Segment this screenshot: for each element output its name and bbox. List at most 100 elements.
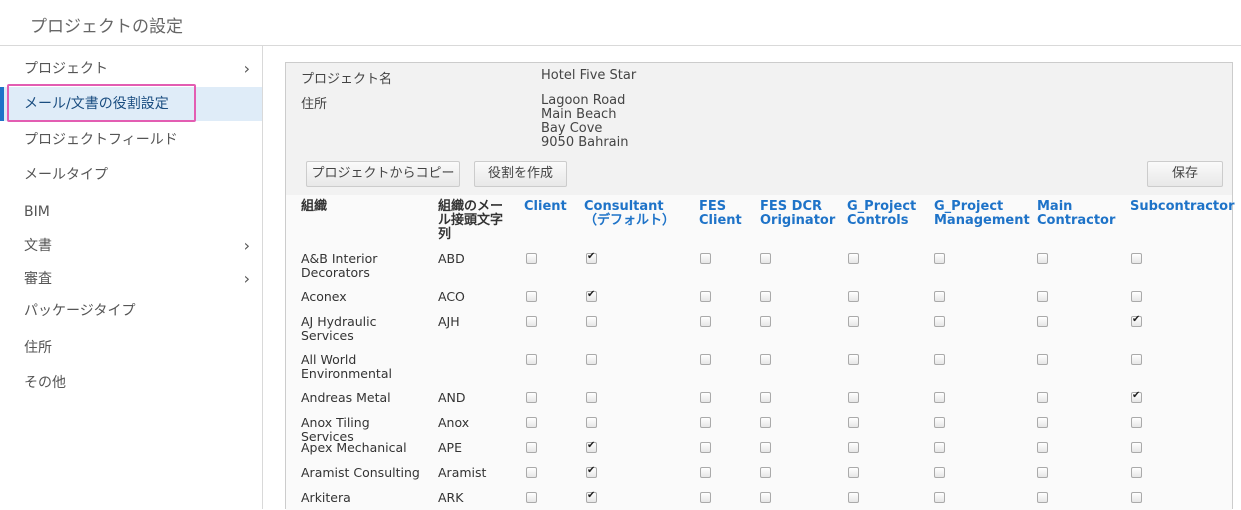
prefix-cell: Anox — [438, 415, 470, 430]
role-checkbox[interactable] — [700, 417, 711, 428]
role-checkbox[interactable] — [760, 316, 771, 327]
role-checkbox[interactable] — [1037, 291, 1048, 302]
role-checkbox[interactable] — [934, 467, 945, 478]
role-checkbox[interactable] — [1131, 314, 1142, 327]
role-column-header[interactable]: Consultant（デフォルト） — [584, 200, 684, 228]
role-checkbox[interactable] — [526, 316, 537, 327]
role-checkbox[interactable] — [1131, 253, 1142, 264]
role-checkbox[interactable] — [848, 492, 859, 503]
project-name-value: Hotel Five Star — [541, 68, 637, 83]
sidebar-item-package-types[interactable]: パッケージタイプ — [0, 294, 262, 328]
project-name-label: プロジェクト名 — [301, 72, 393, 87]
role-checkbox[interactable] — [848, 467, 859, 478]
sidebar-item-label: メールタイプ — [24, 167, 108, 183]
role-checkbox[interactable] — [934, 392, 945, 403]
role-checkbox[interactable] — [1037, 442, 1048, 453]
role-checkbox[interactable] — [1037, 467, 1048, 478]
role-checkbox[interactable] — [760, 492, 771, 503]
role-checkbox[interactable] — [848, 316, 859, 327]
role-checkbox[interactable] — [760, 417, 771, 428]
role-checkbox[interactable] — [586, 465, 597, 478]
role-checkbox[interactable] — [934, 316, 945, 327]
role-checkbox[interactable] — [586, 251, 597, 264]
role-checkbox[interactable] — [760, 354, 771, 365]
sidebar-item-bim[interactable]: BIM — [0, 195, 262, 229]
role-checkbox[interactable] — [760, 467, 771, 478]
role-checkbox[interactable] — [526, 492, 537, 503]
save-button[interactable]: 保存 — [1147, 161, 1223, 187]
role-checkbox[interactable] — [1131, 291, 1142, 302]
address-value: Lagoon Road Main Beach Bay Cove 9050 Bah… — [541, 94, 629, 150]
sidebar-item-other[interactable]: その他 — [0, 366, 262, 400]
role-checkbox[interactable] — [526, 417, 537, 428]
sidebar-item-project-fields[interactable]: プロジェクトフィールド — [0, 123, 262, 157]
sidebar-item-review[interactable]: 審査 › — [0, 262, 262, 296]
role-checkbox[interactable] — [526, 392, 537, 403]
role-checkbox[interactable] — [700, 253, 711, 264]
role-checkbox[interactable] — [848, 392, 859, 403]
role-column-header[interactable]: Main Contractor — [1037, 200, 1122, 228]
role-checkbox[interactable] — [848, 354, 859, 365]
role-checkbox[interactable] — [1131, 417, 1142, 428]
role-checkbox[interactable] — [1037, 417, 1048, 428]
role-checkbox[interactable] — [1131, 390, 1142, 403]
role-checkbox[interactable] — [1037, 253, 1048, 264]
role-checkbox[interactable] — [1037, 392, 1048, 403]
role-checkbox[interactable] — [760, 392, 771, 403]
role-column-header[interactable]: G_Project Controls — [847, 200, 923, 228]
role-column-header[interactable]: FES Client — [699, 200, 749, 228]
chevron-right-icon: › — [243, 269, 250, 288]
role-column-header[interactable]: Subcontractor — [1130, 200, 1234, 214]
role-checkbox[interactable] — [1131, 467, 1142, 478]
role-checkbox[interactable] — [526, 253, 537, 264]
role-checkbox[interactable] — [586, 316, 597, 327]
role-checkbox[interactable] — [700, 316, 711, 327]
role-checkbox[interactable] — [848, 291, 859, 302]
role-checkbox[interactable] — [586, 354, 597, 365]
role-checkbox[interactable] — [700, 492, 711, 503]
role-checkbox[interactable] — [526, 354, 537, 365]
role-column-header[interactable]: FES DCR Originator — [760, 200, 840, 228]
address-line: Bay Cove — [541, 121, 603, 136]
sidebar-item-documents[interactable]: 文書 › — [0, 229, 262, 263]
role-checkbox[interactable] — [934, 354, 945, 365]
role-checkbox[interactable] — [700, 392, 711, 403]
role-checkbox[interactable] — [760, 253, 771, 264]
role-checkbox[interactable] — [700, 442, 711, 453]
sidebar-item-mail-types[interactable]: メールタイプ — [0, 158, 262, 192]
role-checkbox[interactable] — [1131, 442, 1142, 453]
role-checkbox[interactable] — [700, 354, 711, 365]
sidebar-item-project[interactable]: プロジェクト › — [0, 52, 262, 86]
role-checkbox[interactable] — [934, 291, 945, 302]
role-checkbox[interactable] — [1131, 492, 1142, 503]
sidebar-item-mail-doc-roles[interactable]: メール/文書の役割設定 — [0, 87, 262, 121]
role-checkbox[interactable] — [760, 442, 771, 453]
role-checkbox[interactable] — [848, 442, 859, 453]
role-checkbox[interactable] — [526, 467, 537, 478]
role-checkbox[interactable] — [1037, 492, 1048, 503]
copy-from-project-button[interactable]: プロジェクトからコピー — [306, 161, 460, 187]
role-checkbox[interactable] — [1131, 354, 1142, 365]
role-checkbox[interactable] — [586, 440, 597, 453]
role-checkbox[interactable] — [848, 253, 859, 264]
role-checkbox[interactable] — [934, 253, 945, 264]
role-checkbox[interactable] — [586, 490, 597, 503]
role-checkbox[interactable] — [586, 289, 597, 302]
role-checkbox[interactable] — [700, 291, 711, 302]
role-checkbox[interactable] — [1037, 316, 1048, 327]
role-column-header[interactable]: Client — [524, 200, 579, 214]
role-checkbox[interactable] — [526, 291, 537, 302]
role-column-header[interactable]: G_Project Management — [934, 200, 1030, 228]
role-checkbox[interactable] — [526, 442, 537, 453]
role-checkbox[interactable] — [934, 417, 945, 428]
create-role-button[interactable]: 役割を作成 — [474, 161, 567, 187]
role-checkbox[interactable] — [934, 442, 945, 453]
role-checkbox[interactable] — [586, 392, 597, 403]
role-checkbox[interactable] — [934, 492, 945, 503]
role-checkbox[interactable] — [760, 291, 771, 302]
role-checkbox[interactable] — [848, 417, 859, 428]
sidebar-item-address[interactable]: 住所 — [0, 331, 262, 365]
role-checkbox[interactable] — [1037, 354, 1048, 365]
role-checkbox[interactable] — [700, 467, 711, 478]
role-checkbox[interactable] — [586, 417, 597, 428]
